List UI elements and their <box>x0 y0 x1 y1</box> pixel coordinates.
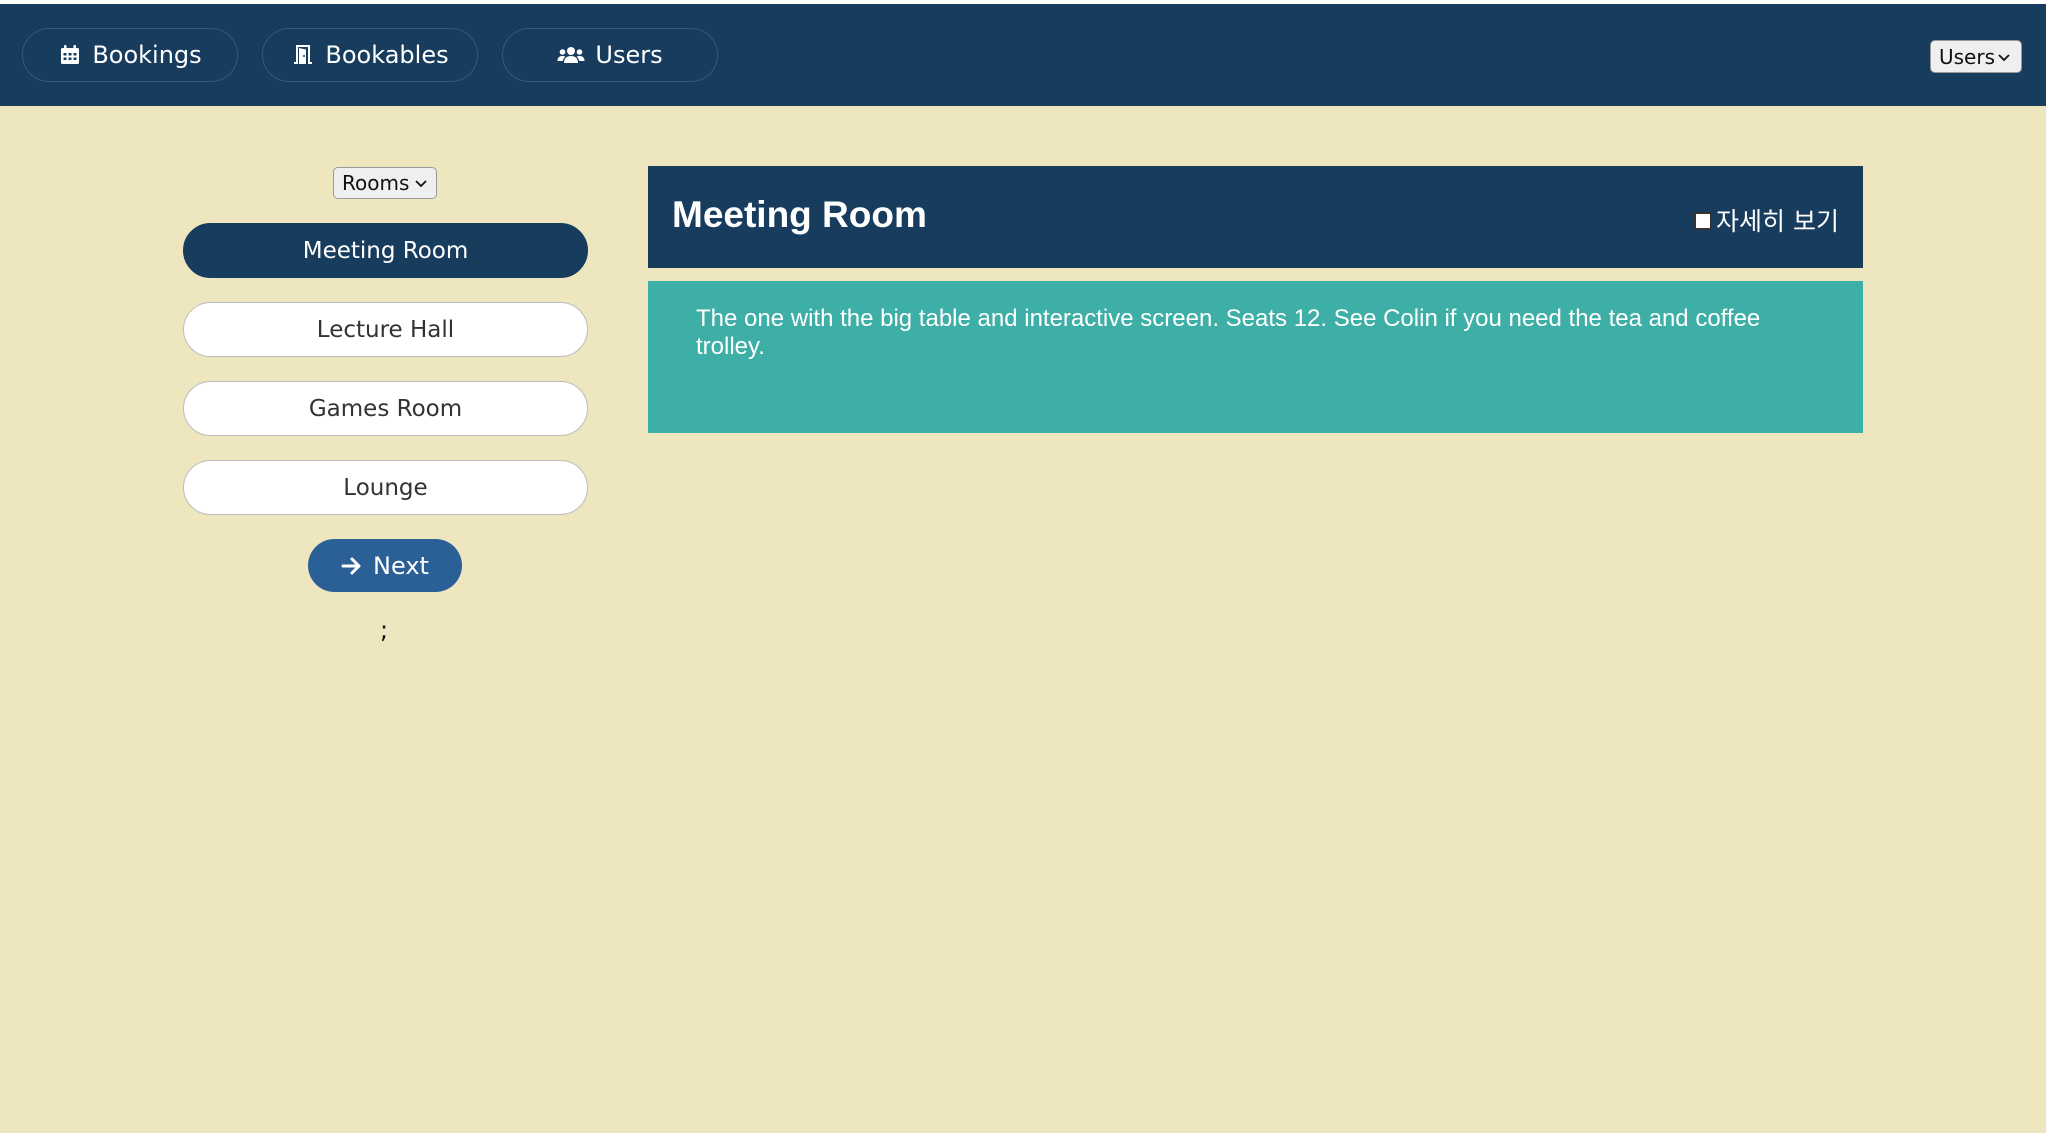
nav-users-label: Users <box>595 41 663 69</box>
user-picker-select[interactable]: Users <box>1930 40 2022 73</box>
calendar-icon <box>61 45 80 64</box>
bookable-group-value: Rooms <box>342 171 410 195</box>
nav-bookables-label: Bookables <box>325 41 449 69</box>
nav-users-button[interactable]: Users <box>502 28 718 82</box>
next-button-label: Next <box>373 551 429 580</box>
bookables-sidebar: Rooms Meeting Room Lecture Hall Games Ro… <box>0 106 600 706</box>
show-details-toggle[interactable]: 자세히 보기 <box>1694 202 1839 238</box>
bookable-item-label: Lecture Hall <box>316 316 455 343</box>
nav-bookings-button[interactable]: Bookings <box>22 28 238 82</box>
bookable-description: The one with the big table and interacti… <box>696 305 1761 360</box>
bookable-item-label: Meeting Room <box>302 237 469 264</box>
user-picker-value: Users <box>1939 44 1996 69</box>
trailing-text: ; <box>380 616 389 644</box>
chevron-down-icon <box>1998 53 2010 61</box>
top-navigation-bar: Bookings Bookables Users Users <box>0 4 2046 106</box>
users-icon <box>557 47 585 63</box>
bookable-group-select[interactable]: Rooms <box>333 167 437 199</box>
bookable-item-games-room[interactable]: Games Room <box>183 381 588 436</box>
door-icon <box>294 45 313 64</box>
bookable-item-lounge[interactable]: Lounge <box>183 460 588 515</box>
bookable-details-title: Meeting Room <box>672 194 927 235</box>
chevron-down-icon <box>415 180 427 188</box>
bookable-item-lecture-hall[interactable]: Lecture Hall <box>183 302 588 357</box>
nav-bookings-label: Bookings <box>92 41 202 69</box>
nav-bookables-button[interactable]: Bookables <box>262 28 478 82</box>
bookable-details-body: The one with the big table and interacti… <box>648 281 1863 433</box>
next-button[interactable]: Next <box>308 539 462 592</box>
bookable-item-label: Lounge <box>343 474 428 501</box>
bookable-details-header: Meeting Room 자세히 보기 <box>648 166 1863 268</box>
bookable-item-meeting-room[interactable]: Meeting Room <box>183 223 588 278</box>
show-details-label: 자세히 보기 <box>1716 207 1839 236</box>
show-details-checkbox[interactable] <box>1694 212 1713 230</box>
arrow-right-icon <box>341 557 361 574</box>
bookable-item-label: Games Room <box>308 395 463 422</box>
